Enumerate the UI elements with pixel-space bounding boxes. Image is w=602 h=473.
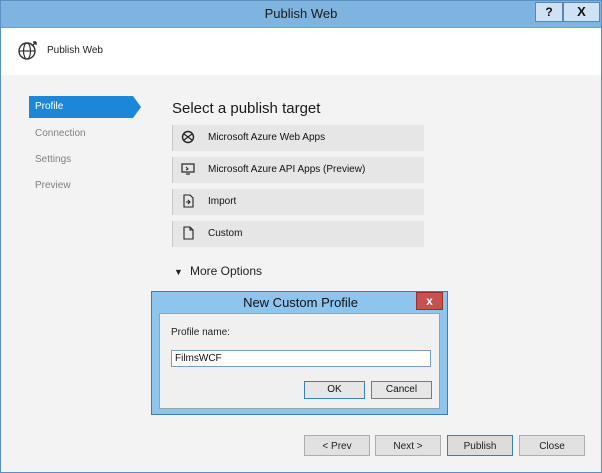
active-nav-pointer xyxy=(133,96,141,118)
wizard-header: Publish Web xyxy=(1,28,601,74)
target-import[interactable]: Import xyxy=(172,189,424,215)
nav-item-profile[interactable]: Profile xyxy=(29,96,133,118)
publish-web-window: Publish Web ? X Publish Web Profile Conn… xyxy=(0,0,602,473)
dialog-body: Profile name: OK Cancel xyxy=(159,313,440,409)
globe-publish-icon xyxy=(18,41,37,60)
target-custom[interactable]: Custom xyxy=(172,221,424,247)
more-options-label: More Options xyxy=(190,264,263,278)
azure-web-apps-icon xyxy=(181,130,195,144)
nav-item-settings[interactable]: Settings xyxy=(29,149,139,171)
profile-name-label: Profile name: xyxy=(171,327,230,338)
title-bar[interactable]: Publish Web ? X xyxy=(1,1,601,28)
ok-button[interactable]: OK xyxy=(304,381,365,399)
profile-name-input[interactable] xyxy=(171,350,431,367)
nav-item-preview[interactable]: Preview xyxy=(29,175,139,197)
more-options-toggle[interactable]: ▼ More Options xyxy=(174,264,262,278)
target-label: Import xyxy=(208,196,237,207)
help-button[interactable]: ? xyxy=(535,2,563,22)
publish-button[interactable]: Publish xyxy=(447,435,513,456)
prev-button[interactable]: < Prev xyxy=(304,435,370,456)
window-title: Publish Web xyxy=(264,6,338,21)
target-azure-web-apps[interactable]: Microsoft Azure Web Apps xyxy=(172,125,424,151)
page-heading: Select a publish target xyxy=(172,100,321,117)
custom-file-icon xyxy=(183,226,194,240)
target-label: Microsoft Azure API Apps (Preview) xyxy=(208,164,366,175)
target-azure-api-apps[interactable]: Microsoft Azure API Apps (Preview) xyxy=(172,157,424,183)
target-label: Custom xyxy=(208,228,243,239)
dialog-close-icon[interactable]: x xyxy=(416,292,443,310)
header-title: Publish Web xyxy=(47,45,103,56)
nav-item-connection[interactable]: Connection xyxy=(29,123,139,145)
target-label: Microsoft Azure Web Apps xyxy=(208,132,326,143)
close-window-button[interactable]: X xyxy=(563,2,600,22)
next-button[interactable]: Next > xyxy=(375,435,441,456)
close-button[interactable]: Close xyxy=(519,435,585,456)
cancel-button[interactable]: Cancel xyxy=(371,381,432,399)
new-custom-profile-dialog: New Custom Profile x Profile name: OK Ca… xyxy=(151,291,448,415)
chevron-down-icon: ▼ xyxy=(174,267,183,277)
azure-api-apps-icon xyxy=(181,163,195,175)
import-icon xyxy=(183,194,194,208)
dialog-title: New Custom Profile xyxy=(243,295,358,310)
